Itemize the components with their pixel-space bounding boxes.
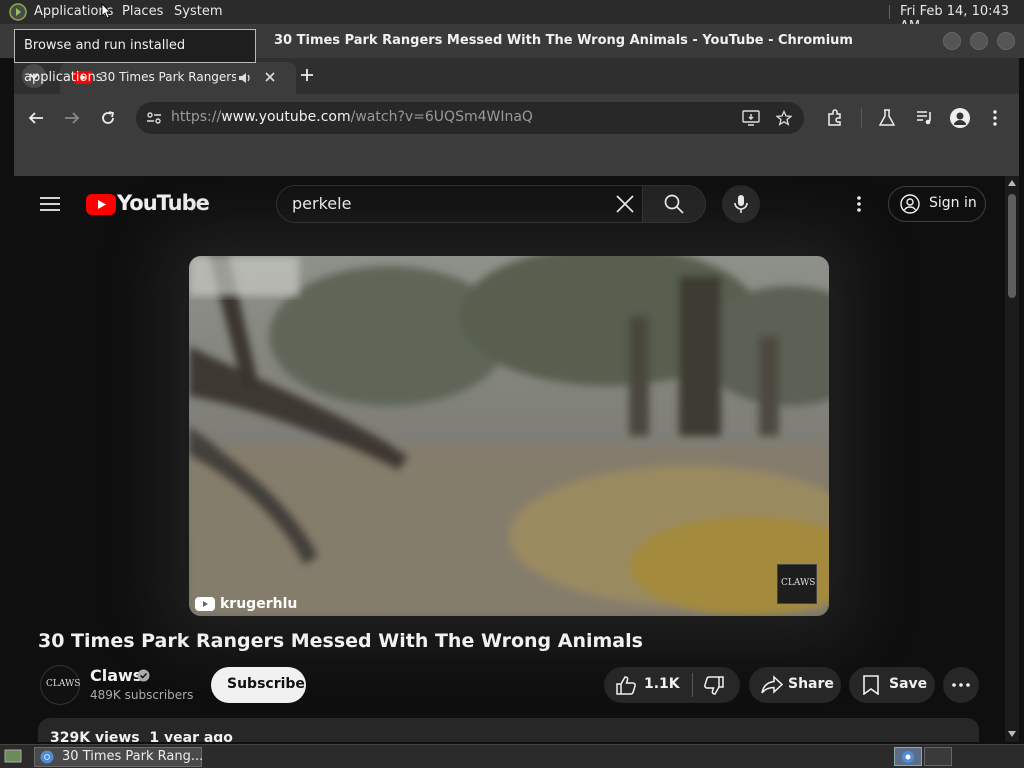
- scrollbar-thumb[interactable]: [1008, 194, 1016, 298]
- microphone-icon: [734, 194, 748, 214]
- youtube-page: YouTube perkele Sign in krugerhlu CLAWS …: [14, 176, 1019, 742]
- account-icon: [900, 194, 920, 214]
- new-tab-icon[interactable]: [300, 68, 314, 82]
- share-button[interactable]: Share: [749, 667, 841, 703]
- media-controls-icon[interactable]: [916, 110, 934, 126]
- youtube-logo-icon[interactable]: [86, 194, 116, 215]
- sign-in-label: Sign in: [929, 195, 977, 211]
- youtube-logo-text[interactable]: YouTube: [117, 191, 210, 215]
- toolbar-separator: [861, 108, 862, 128]
- sign-in-button[interactable]: Sign in: [888, 186, 986, 222]
- install-app-icon[interactable]: [742, 110, 760, 126]
- avatar-text: CLAWS: [46, 679, 81, 689]
- channel-avatar[interactable]: CLAWS: [40, 665, 80, 705]
- search-button[interactable]: [642, 185, 706, 223]
- show-desktop-icon[interactable]: [4, 748, 22, 764]
- like-dislike-group: 1.1K: [604, 667, 740, 703]
- subscribe-label: Subscribe: [227, 676, 305, 692]
- like-button[interactable]: 1.1K: [604, 667, 692, 703]
- save-button[interactable]: Save: [849, 667, 935, 703]
- taskbar-item-chromium[interactable]: 30 Times Park Rang...: [34, 747, 204, 767]
- channel-watermark-badge[interactable]: CLAWS: [777, 564, 817, 604]
- address-bar[interactable]: https://www.youtube.com/watch?v=6UQSm4WI…: [136, 102, 804, 134]
- chromium-icon: [40, 750, 54, 764]
- more-actions-button[interactable]: [943, 667, 979, 703]
- audio-playing-icon[interactable]: [238, 71, 252, 85]
- panel-separator: [889, 5, 890, 19]
- tab-strip: 30 Times Park Rangers M: [14, 58, 1019, 94]
- search-value: perkele: [292, 194, 352, 213]
- applications-tooltip: Browse and run installed applications: [14, 29, 256, 85]
- more-horizontal-icon: [952, 683, 970, 687]
- workspace-chromium-icon: [901, 750, 915, 764]
- chrome-labs-icon[interactable]: [879, 109, 895, 127]
- reload-icon[interactable]: [100, 110, 116, 126]
- hamburger-menu-icon[interactable]: [40, 196, 60, 212]
- window-title: 30 Times Park Rangers Messed With The Wr…: [274, 33, 853, 48]
- minimize-button[interactable]: [943, 32, 961, 50]
- share-icon: [761, 675, 783, 695]
- voice-search-button[interactable]: [722, 185, 760, 223]
- scroll-down-icon[interactable]: [1008, 731, 1016, 737]
- url-scheme: https://: [171, 109, 222, 125]
- back-icon[interactable]: [28, 110, 44, 126]
- subscriber-count: 489K subscribers: [90, 688, 194, 702]
- profile-avatar-icon[interactable]: [950, 108, 970, 128]
- bookmark-bar: [14, 142, 1019, 176]
- search-input[interactable]: perkele: [276, 185, 643, 223]
- share-label: Share: [788, 676, 834, 692]
- thumbs-down-icon: [704, 676, 724, 696]
- description-box[interactable]: 329K views 1 year ago: [38, 718, 979, 742]
- top-panel: Applications Places System Fri Feb 14, 1…: [0, 0, 1024, 34]
- youtube-watermark-icon: [195, 597, 215, 611]
- channel-name[interactable]: Claws: [90, 666, 142, 685]
- maximize-button[interactable]: [970, 32, 988, 50]
- workspace-2[interactable]: [924, 747, 952, 766]
- chrome-menu-icon[interactable]: [992, 109, 998, 127]
- url-path: /watch?v=6UQSm4WInaQ: [350, 109, 533, 125]
- scroll-up-icon[interactable]: [1008, 180, 1016, 186]
- dislike-button[interactable]: [693, 667, 740, 703]
- tab-title: 30 Times Park Rangers M: [100, 70, 236, 84]
- like-count: 1.1K: [644, 676, 680, 692]
- subscribe-button[interactable]: Subscribe: [211, 667, 306, 703]
- video-watermark: krugerhlu: [220, 596, 298, 612]
- url-host: www.youtube.com: [221, 109, 351, 125]
- bottom-taskbar: 30 Times Park Rang...: [0, 744, 1024, 768]
- forward-icon[interactable]: [64, 110, 80, 126]
- search-icon: [664, 194, 684, 214]
- applications-menu-icon[interactable]: [9, 3, 27, 21]
- verified-badge-icon: [137, 669, 150, 682]
- url-text: https://www.youtube.com/watch?v=6UQSm4WI…: [171, 109, 533, 125]
- workspace-switcher[interactable]: [894, 747, 922, 766]
- clear-search-icon[interactable]: [616, 195, 634, 213]
- close-window-button[interactable]: [997, 32, 1015, 50]
- browser-toolbar: https://www.youtube.com/watch?v=6UQSm4WI…: [14, 94, 1019, 142]
- site-info-icon[interactable]: [146, 111, 162, 125]
- places-menu[interactable]: Places: [122, 4, 163, 19]
- video-frame: [189, 256, 829, 616]
- thumbs-up-icon: [616, 675, 636, 695]
- more-options-icon[interactable]: [856, 195, 862, 213]
- mouse-pointer-icon: [101, 3, 111, 23]
- save-label: Save: [889, 676, 928, 692]
- bookmark-icon: [863, 675, 879, 695]
- tab-close-icon[interactable]: [264, 71, 276, 83]
- view-count: 329K views 1 year ago: [50, 730, 233, 742]
- system-menu[interactable]: System: [174, 4, 222, 19]
- channel-watermark-text: CLAWS: [781, 578, 816, 588]
- bookmark-star-icon[interactable]: [776, 110, 792, 126]
- taskbar-item-label: 30 Times Park Rang...: [62, 749, 204, 764]
- video-title: 30 Times Park Rangers Messed With The Wr…: [38, 630, 643, 652]
- extensions-icon[interactable]: [826, 109, 844, 127]
- video-player[interactable]: krugerhlu CLAWS: [189, 256, 829, 616]
